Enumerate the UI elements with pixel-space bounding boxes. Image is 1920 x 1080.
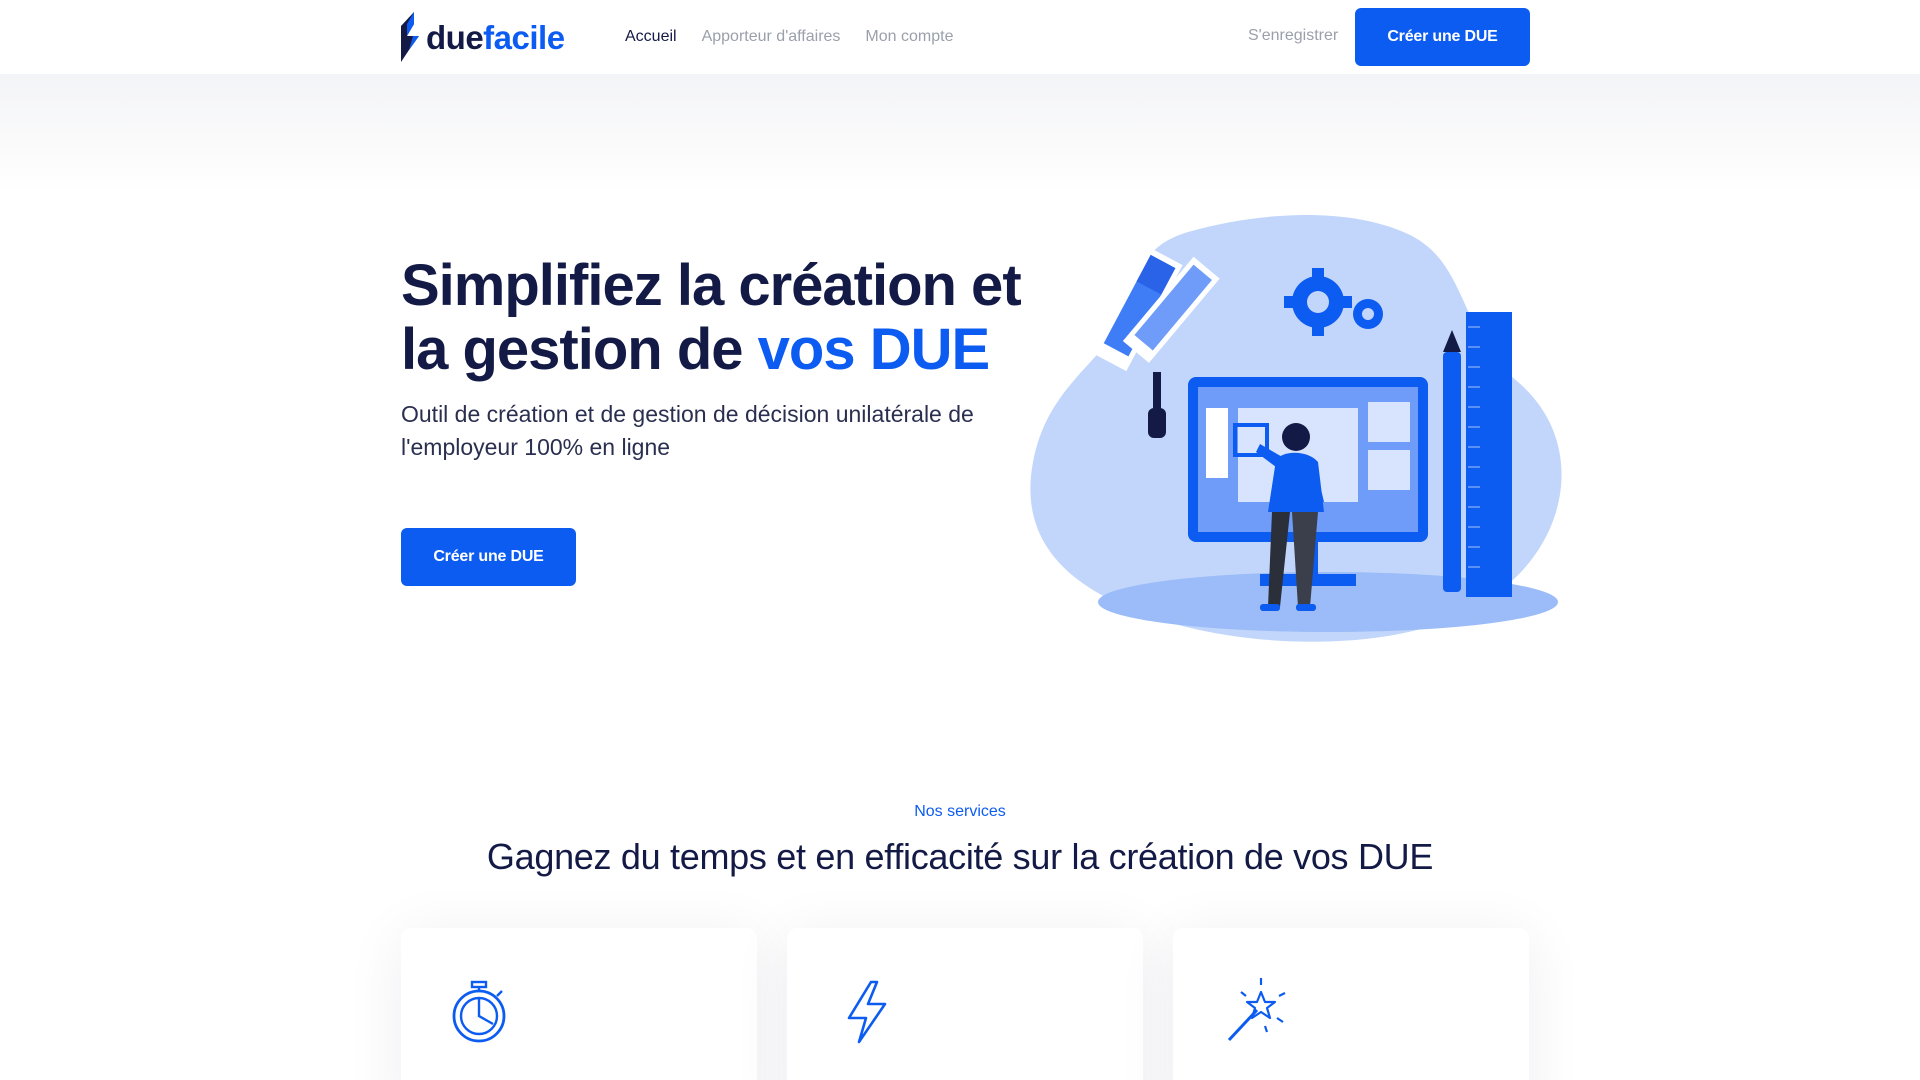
service-card [1173, 928, 1529, 1080]
page: duefacile Accueil Apporteur d'affaires M… [0, 0, 1920, 1080]
create-due-hero-button[interactable]: Créer une DUE [401, 528, 576, 586]
nav-item-accueil[interactable]: Accueil [625, 28, 677, 46]
services-eyebrow: Nos services [914, 803, 1006, 820]
nav-item-apporteur-affaires[interactable]: Apporteur d'affaires [702, 28, 841, 46]
service-card [787, 928, 1143, 1080]
stopwatch-icon [452, 980, 506, 1043]
hero-title: Simplifiez la création et la gestion de … [401, 254, 1041, 382]
nav-item-mon-compte[interactable]: Mon compte [865, 28, 953, 46]
services-title: Gagnez du temps et en efficacité sur la … [486, 836, 1434, 877]
logo-text-due: due [426, 18, 484, 56]
lightning-icon [847, 980, 887, 1044]
main-nav: Accueil Apporteur d'affaires Mon compte [625, 0, 953, 74]
logo[interactable]: duefacile [401, 12, 565, 62]
service-card [401, 928, 757, 1080]
header-shadow [0, 74, 1920, 194]
lightning-logo-icon [401, 12, 419, 62]
magic-wand-icon [1227, 978, 1286, 1042]
hero-subtitle: Outil de création et de gestion de décis… [401, 401, 974, 460]
site-header: duefacile Accueil Apporteur d'affaires M… [0, 0, 1920, 74]
create-due-header-button[interactable]: Créer une DUE [1355, 8, 1530, 66]
hero-title-accent: vos DUE [757, 317, 991, 382]
logo-text: duefacile [426, 21, 565, 54]
person-designing-on-monitor-illustration [1030, 214, 1562, 642]
logo-text-facile: facile [483, 18, 565, 56]
register-link[interactable]: S'enregistrer [1248, 27, 1338, 45]
